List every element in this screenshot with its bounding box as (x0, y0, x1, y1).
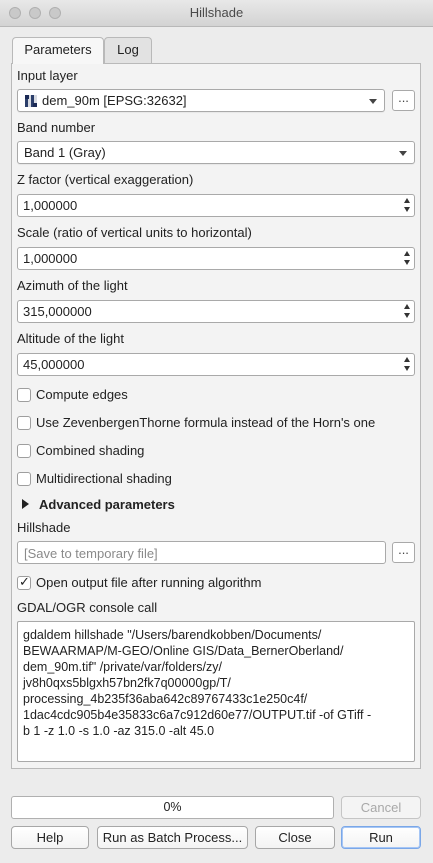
input-layer-browse-button[interactable]: ... (392, 90, 415, 111)
run-button[interactable]: Run (341, 826, 421, 849)
arrow-down-icon (404, 366, 410, 371)
help-button[interactable]: Help (11, 826, 89, 849)
checkbox-box[interactable] (17, 416, 31, 430)
azimuth-value: 315,000000 (23, 304, 92, 319)
z-factor-label: Z factor (vertical exaggeration) (17, 172, 194, 187)
altitude-value: 45,000000 (23, 357, 85, 372)
window-title: Hillshade (189, 5, 244, 20)
zevenbergen-thorne-label: Use ZevenbergenThorne formula instead of… (36, 415, 376, 430)
disclosure-triangle-icon[interactable] (22, 499, 29, 509)
arrow-up-icon (404, 198, 410, 203)
altitude-label: Altitude of the light (17, 331, 124, 346)
band-number-value: Band 1 (Gray) (24, 145, 106, 160)
hillshade-output-input[interactable] (22, 544, 377, 562)
hillshade-output-field[interactable] (17, 541, 386, 564)
checkbox-box[interactable] (17, 444, 31, 458)
combined-shading-label: Combined shading (36, 443, 145, 458)
z-factor-spinbox[interactable]: 1,000000 (17, 194, 415, 217)
checkbox-box[interactable] (17, 388, 31, 402)
multidirectional-shading-label: Multidirectional shading (36, 471, 172, 486)
cancel-button[interactable]: Cancel (341, 796, 421, 819)
raster-layer-icon (25, 95, 37, 107)
tab-parameters[interactable]: Parameters (12, 37, 104, 64)
arrow-up-icon (404, 357, 410, 362)
scale-spinbox[interactable]: 1,000000 (17, 247, 415, 270)
checkbox-box[interactable] (17, 472, 31, 486)
tab-log[interactable]: Log (104, 37, 152, 63)
arrow-up-icon (404, 304, 410, 309)
input-layer-select[interactable]: dem_90m [EPSG:32632] (17, 89, 385, 112)
band-number-select[interactable]: Band 1 (Gray) (17, 141, 415, 164)
hillshade-dialog: Hillshade Parameters Log Input layer dem… (0, 0, 433, 863)
z-factor-value: 1,000000 (23, 198, 78, 213)
input-layer-value: dem_90m [EPSG:32632] (42, 93, 187, 108)
altitude-spinbox[interactable]: 45,000000 (17, 353, 415, 376)
progress-bar: 0% (11, 796, 334, 819)
title-bar: Hillshade (0, 0, 433, 27)
arrow-down-icon (404, 207, 410, 212)
z-factor-stepper[interactable] (400, 195, 414, 216)
input-layer-label: Input layer (17, 68, 78, 83)
advanced-parameters-toggle[interactable]: Advanced parameters (39, 497, 175, 512)
output-browse-button[interactable]: ... (392, 542, 415, 563)
close-button[interactable]: Close (255, 826, 335, 849)
azimuth-spinbox[interactable]: 315,000000 (17, 300, 415, 323)
console-call-label: GDAL/OGR console call (17, 600, 158, 615)
chevron-down-icon (399, 151, 407, 156)
checkbox-box-checked[interactable] (17, 574, 31, 590)
console-call-textarea[interactable]: gdaldem hillshade "/Users/barendkobben/D… (17, 621, 415, 762)
azimuth-label: Azimuth of the light (17, 278, 128, 293)
arrow-down-icon (404, 260, 410, 265)
compute-edges-label: Compute edges (36, 387, 128, 402)
scale-label: Scale (ratio of vertical units to horizo… (17, 225, 252, 240)
hillshade-output-label: Hillshade (17, 520, 71, 535)
arrow-down-icon (404, 313, 410, 318)
azimuth-stepper[interactable] (400, 301, 414, 322)
band-number-label: Band number (17, 120, 96, 135)
altitude-stepper[interactable] (400, 354, 414, 375)
scale-value: 1,000000 (23, 251, 78, 266)
open-output-label: Open output file after running algorithm (36, 575, 262, 590)
chevron-down-icon (369, 99, 377, 104)
arrow-up-icon (404, 251, 410, 256)
run-as-batch-button[interactable]: Run as Batch Process... (97, 826, 248, 849)
scale-stepper[interactable] (400, 248, 414, 269)
